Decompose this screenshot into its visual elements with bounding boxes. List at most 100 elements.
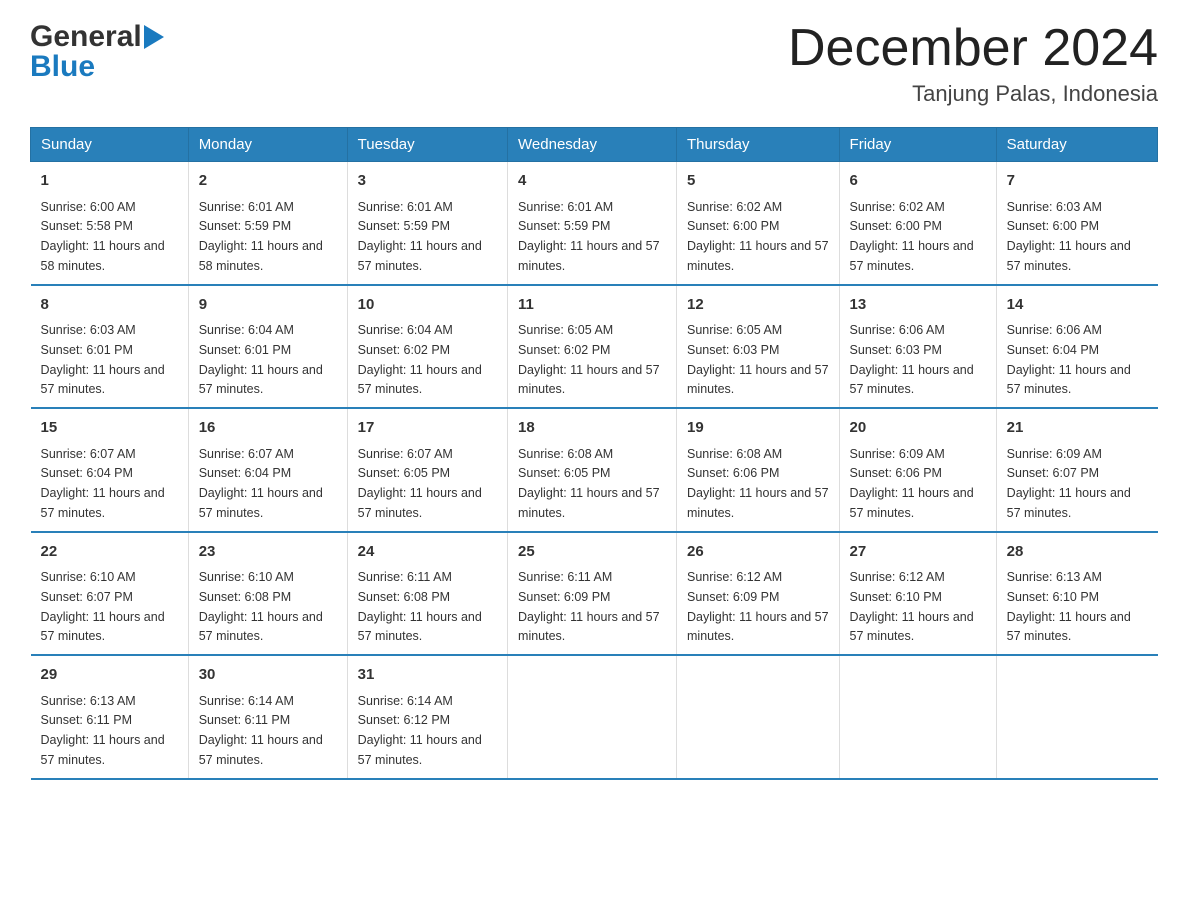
day-number: 27: [850, 541, 986, 564]
day-number: 9: [199, 294, 337, 317]
calendar-cell: 7 Sunrise: 6:03 AMSunset: 6:00 PMDayligh…: [996, 162, 1157, 285]
day-number: 13: [850, 294, 986, 317]
calendar-cell: 29 Sunrise: 6:13 AMSunset: 6:11 PMDaylig…: [31, 655, 189, 779]
calendar-cell: 21 Sunrise: 6:09 AMSunset: 6:07 PMDaylig…: [996, 408, 1157, 532]
calendar-week-row: 29 Sunrise: 6:13 AMSunset: 6:11 PMDaylig…: [31, 655, 1158, 779]
day-number: 22: [41, 541, 178, 564]
day-info: Sunrise: 6:10 AMSunset: 6:07 PMDaylight:…: [41, 570, 165, 643]
calendar-cell: 13 Sunrise: 6:06 AMSunset: 6:03 PMDaylig…: [839, 285, 996, 409]
calendar-cell: 1 Sunrise: 6:00 AMSunset: 5:58 PMDayligh…: [31, 162, 189, 285]
day-info: Sunrise: 6:09 AMSunset: 6:07 PMDaylight:…: [1007, 447, 1131, 520]
col-sunday: Sunday: [31, 128, 189, 162]
day-number: 30: [199, 664, 337, 687]
day-info: Sunrise: 6:03 AMSunset: 6:01 PMDaylight:…: [41, 323, 165, 396]
day-info: Sunrise: 6:08 AMSunset: 6:05 PMDaylight:…: [518, 447, 660, 520]
day-info: Sunrise: 6:12 AMSunset: 6:10 PMDaylight:…: [850, 570, 974, 643]
day-number: 16: [199, 417, 337, 440]
col-saturday: Saturday: [996, 128, 1157, 162]
calendar-cell: 8 Sunrise: 6:03 AMSunset: 6:01 PMDayligh…: [31, 285, 189, 409]
day-number: 5: [687, 170, 829, 193]
day-info: Sunrise: 6:14 AMSunset: 6:11 PMDaylight:…: [199, 694, 323, 767]
calendar-week-row: 22 Sunrise: 6:10 AMSunset: 6:07 PMDaylig…: [31, 532, 1158, 656]
calendar-cell: 14 Sunrise: 6:06 AMSunset: 6:04 PMDaylig…: [996, 285, 1157, 409]
col-tuesday: Tuesday: [347, 128, 507, 162]
col-thursday: Thursday: [677, 128, 840, 162]
title-section: December 2024 Tanjung Palas, Indonesia: [788, 20, 1158, 107]
day-info: Sunrise: 6:10 AMSunset: 6:08 PMDaylight:…: [199, 570, 323, 643]
header-row: Sunday Monday Tuesday Wednesday Thursday…: [31, 128, 1158, 162]
day-number: 19: [687, 417, 829, 440]
day-number: 12: [687, 294, 829, 317]
day-number: 31: [358, 664, 497, 687]
day-info: Sunrise: 6:06 AMSunset: 6:03 PMDaylight:…: [850, 323, 974, 396]
month-title: December 2024: [788, 20, 1158, 77]
day-info: Sunrise: 6:01 AMSunset: 5:59 PMDaylight:…: [518, 200, 660, 273]
calendar-cell: 4 Sunrise: 6:01 AMSunset: 5:59 PMDayligh…: [508, 162, 677, 285]
logo-general-text: General: [30, 20, 142, 54]
day-info: Sunrise: 6:00 AMSunset: 5:58 PMDaylight:…: [41, 200, 165, 273]
calendar-cell: 16 Sunrise: 6:07 AMSunset: 6:04 PMDaylig…: [188, 408, 347, 532]
day-info: Sunrise: 6:13 AMSunset: 6:11 PMDaylight:…: [41, 694, 165, 767]
logo-triangle-icon: [144, 25, 164, 49]
calendar-cell: 15 Sunrise: 6:07 AMSunset: 6:04 PMDaylig…: [31, 408, 189, 532]
calendar-cell: 12 Sunrise: 6:05 AMSunset: 6:03 PMDaylig…: [677, 285, 840, 409]
day-number: 4: [518, 170, 666, 193]
day-info: Sunrise: 6:05 AMSunset: 6:03 PMDaylight:…: [687, 323, 829, 396]
day-number: 23: [199, 541, 337, 564]
calendar-cell: 5 Sunrise: 6:02 AMSunset: 6:00 PMDayligh…: [677, 162, 840, 285]
day-number: 11: [518, 294, 666, 317]
logo-blue-text: Blue: [30, 50, 95, 84]
calendar-cell: [996, 655, 1157, 779]
logo-combined: General Blue: [30, 20, 166, 84]
calendar-cell: [508, 655, 677, 779]
calendar-cell: 22 Sunrise: 6:10 AMSunset: 6:07 PMDaylig…: [31, 532, 189, 656]
day-number: 10: [358, 294, 497, 317]
calendar-cell: 6 Sunrise: 6:02 AMSunset: 6:00 PMDayligh…: [839, 162, 996, 285]
day-number: 25: [518, 541, 666, 564]
day-number: 17: [358, 417, 497, 440]
day-number: 20: [850, 417, 986, 440]
calendar-cell: 31 Sunrise: 6:14 AMSunset: 6:12 PMDaylig…: [347, 655, 507, 779]
day-number: 15: [41, 417, 178, 440]
day-number: 21: [1007, 417, 1148, 440]
logo: General Blue: [30, 20, 166, 84]
calendar-cell: 9 Sunrise: 6:04 AMSunset: 6:01 PMDayligh…: [188, 285, 347, 409]
day-info: Sunrise: 6:11 AMSunset: 6:09 PMDaylight:…: [518, 570, 660, 643]
day-number: 29: [41, 664, 178, 687]
calendar-cell: 20 Sunrise: 6:09 AMSunset: 6:06 PMDaylig…: [839, 408, 996, 532]
day-number: 18: [518, 417, 666, 440]
day-number: 3: [358, 170, 497, 193]
calendar-cell: 30 Sunrise: 6:14 AMSunset: 6:11 PMDaylig…: [188, 655, 347, 779]
calendar-cell: 25 Sunrise: 6:11 AMSunset: 6:09 PMDaylig…: [508, 532, 677, 656]
col-wednesday: Wednesday: [508, 128, 677, 162]
day-info: Sunrise: 6:02 AMSunset: 6:00 PMDaylight:…: [687, 200, 829, 273]
day-info: Sunrise: 6:04 AMSunset: 6:02 PMDaylight:…: [358, 323, 482, 396]
page-header: General Blue December 2024 Tanjung Palas…: [30, 20, 1158, 107]
calendar-week-row: 1 Sunrise: 6:00 AMSunset: 5:58 PMDayligh…: [31, 162, 1158, 285]
day-info: Sunrise: 6:14 AMSunset: 6:12 PMDaylight:…: [358, 694, 482, 767]
day-number: 6: [850, 170, 986, 193]
calendar-cell: [839, 655, 996, 779]
day-info: Sunrise: 6:08 AMSunset: 6:06 PMDaylight:…: [687, 447, 829, 520]
calendar-cell: 24 Sunrise: 6:11 AMSunset: 6:08 PMDaylig…: [347, 532, 507, 656]
calendar-cell: 18 Sunrise: 6:08 AMSunset: 6:05 PMDaylig…: [508, 408, 677, 532]
day-info: Sunrise: 6:07 AMSunset: 6:05 PMDaylight:…: [358, 447, 482, 520]
day-info: Sunrise: 6:02 AMSunset: 6:00 PMDaylight:…: [850, 200, 974, 273]
col-monday: Monday: [188, 128, 347, 162]
calendar-cell: 10 Sunrise: 6:04 AMSunset: 6:02 PMDaylig…: [347, 285, 507, 409]
day-info: Sunrise: 6:06 AMSunset: 6:04 PMDaylight:…: [1007, 323, 1131, 396]
day-info: Sunrise: 6:13 AMSunset: 6:10 PMDaylight:…: [1007, 570, 1131, 643]
day-info: Sunrise: 6:03 AMSunset: 6:00 PMDaylight:…: [1007, 200, 1131, 273]
day-info: Sunrise: 6:01 AMSunset: 5:59 PMDaylight:…: [358, 200, 482, 273]
day-number: 14: [1007, 294, 1148, 317]
day-number: 2: [199, 170, 337, 193]
calendar-cell: 26 Sunrise: 6:12 AMSunset: 6:09 PMDaylig…: [677, 532, 840, 656]
day-number: 1: [41, 170, 178, 193]
location-text: Tanjung Palas, Indonesia: [788, 81, 1158, 107]
calendar-cell: [677, 655, 840, 779]
day-number: 26: [687, 541, 829, 564]
calendar-cell: 28 Sunrise: 6:13 AMSunset: 6:10 PMDaylig…: [996, 532, 1157, 656]
day-number: 24: [358, 541, 497, 564]
calendar-cell: 2 Sunrise: 6:01 AMSunset: 5:59 PMDayligh…: [188, 162, 347, 285]
calendar-cell: 17 Sunrise: 6:07 AMSunset: 6:05 PMDaylig…: [347, 408, 507, 532]
